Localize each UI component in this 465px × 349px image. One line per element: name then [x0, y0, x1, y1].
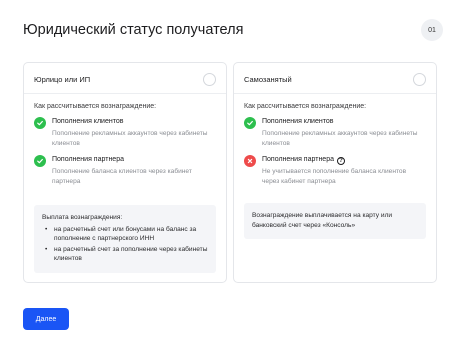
- note-heading: Выплата вознаграждения:: [42, 214, 123, 221]
- payout-note: Вознаграждение выплачивается на карту ил…: [244, 203, 426, 239]
- feature-title-wrap: Пополнения партнера?: [262, 156, 345, 165]
- radio-self-employed[interactable]: [413, 73, 426, 86]
- feature-description: Не учитывается пополнение баланса клиент…: [262, 168, 407, 185]
- next-button[interactable]: Далее: [23, 308, 69, 330]
- feature-description: Пополнение рекламных аккаунтов через каб…: [262, 130, 418, 147]
- payout-note: Выплата вознаграждения: на расчетный сче…: [34, 205, 216, 273]
- note-text: Вознаграждение выплачивается на карту ил…: [252, 212, 393, 229]
- help-icon[interactable]: ?: [336, 157, 345, 165]
- feature-title: Пополнения клиентов: [262, 118, 334, 125]
- card-title: Самозанятый: [244, 75, 292, 84]
- option-card-self-employed[interactable]: Самозанятый Как рассчитывается вознаграж…: [233, 62, 437, 283]
- note-list: на расчетный счет или бонусами на баланс…: [42, 225, 208, 264]
- note-list-item: на расчетный счет или бонусами на баланс…: [42, 225, 208, 244]
- feature-title: Пополнения партнера: [52, 156, 124, 163]
- divider: [234, 93, 436, 94]
- cross-icon: [244, 155, 256, 167]
- feature-title: Пополнения партнера: [262, 156, 334, 163]
- page-title: Юридический статус получателя: [23, 22, 244, 38]
- section-label: Как рассчитывается вознаграждение:: [244, 103, 367, 110]
- feature-description: Пополнение рекламных аккаунтов через каб…: [52, 130, 208, 147]
- radio-legal-entity[interactable]: [203, 73, 216, 86]
- feature-description: Пополнение баланса клиентов через кабине…: [52, 168, 192, 185]
- check-icon: [34, 155, 46, 167]
- header: Юридический статус получателя 01: [23, 19, 443, 42]
- card-title: Юрлицо или ИП: [34, 75, 91, 84]
- note-list-item: на расчетный счет за пополнение через ка…: [42, 245, 208, 264]
- check-icon: [244, 117, 256, 129]
- divider: [24, 93, 226, 94]
- section-label: Как рассчитывается вознаграждение:: [34, 103, 157, 110]
- check-icon: [34, 117, 46, 129]
- option-card-legal-entity[interactable]: Юрлицо или ИП Как рассчитывается вознагр…: [23, 62, 227, 283]
- feature-title: Пополнения клиентов: [52, 118, 124, 125]
- step-badge: 01: [421, 19, 443, 41]
